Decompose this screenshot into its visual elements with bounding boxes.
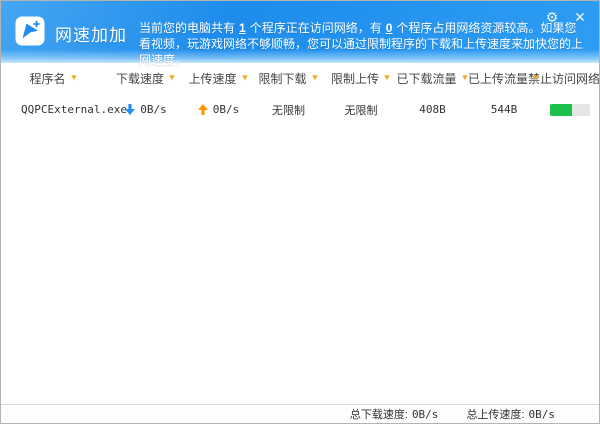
app-logo-rocket-icon: [15, 16, 45, 46]
downloaded-total-cell: 408B: [396, 103, 469, 116]
limit-download-cell[interactable]: 无限制: [251, 102, 326, 118]
sort-triangle-icon: ▼: [531, 74, 540, 82]
column-header-download-speed[interactable]: 下载速度▼: [106, 70, 186, 87]
active-program-count: 1: [239, 21, 246, 35]
app-title: 网速加加: [55, 21, 127, 46]
sort-triangle-icon: ▼: [69, 74, 78, 82]
sort-triangle-icon: ▼: [167, 74, 176, 82]
sort-triangle-icon: ▼: [382, 74, 391, 82]
limit-upload-cell[interactable]: 无限制: [326, 102, 396, 118]
settings-gear-icon[interactable]: ⚙: [543, 8, 561, 26]
column-header-block-network[interactable]: 禁止访问网络▼: [539, 70, 600, 87]
toggle-fill: [550, 104, 572, 116]
column-header-program-name[interactable]: 程序名▼: [1, 70, 106, 87]
titlebar-description: 当前您的电脑共有1个程序正在访问网络，有0个程序占用网络资源较高。如果您看视频，…: [139, 20, 585, 68]
total-upload-speed: 总上传速度: 0B/s: [466, 406, 555, 422]
column-header-limit-download[interactable]: 限制下载▼: [251, 70, 326, 87]
upload-speed-cell: 0B/s: [186, 103, 251, 116]
app-window: 网速加加 当前您的电脑共有1个程序正在访问网络，有0个程序占用网络资源较高。如果…: [0, 0, 600, 424]
download-speed-cell: 0B/s: [106, 103, 186, 116]
sort-triangle-icon: ▼: [240, 74, 249, 82]
sort-triangle-icon: ▼: [460, 74, 469, 82]
uploaded-total-cell: 544B: [469, 103, 539, 116]
status-bar: 总下载速度: 0B/s 总上传速度: 0B/s: [1, 404, 599, 423]
column-header-upload-speed[interactable]: 上传速度▼: [186, 70, 251, 87]
table-row[interactable]: QQPCExternal.exe 0B/s 0B/s 无限制 无限制 408B …: [1, 93, 599, 126]
column-header-downloaded-total[interactable]: 已下载流量▼: [396, 70, 469, 87]
program-name-cell: QQPCExternal.exe: [1, 103, 106, 116]
table-empty-area: [1, 126, 599, 365]
block-network-cell: [539, 104, 600, 116]
desc-text-1: 当前您的电脑共有: [139, 21, 235, 35]
close-icon[interactable]: ✕: [571, 8, 589, 26]
high-usage-program-count: 0: [386, 21, 393, 35]
column-header-limit-upload[interactable]: 限制上传▼: [326, 70, 396, 87]
download-arrow-icon: [125, 104, 135, 115]
total-download-speed: 总下载速度: 0B/s: [350, 406, 439, 422]
window-controls: ⚙ ✕: [543, 8, 589, 26]
sort-triangle-icon: ▼: [310, 74, 319, 82]
upload-arrow-icon: [198, 104, 208, 115]
desc-text-2: 个程序正在访问网络，有: [250, 21, 382, 35]
title-bar: 网速加加 当前您的电脑共有1个程序正在访问网络，有0个程序占用网络资源较高。如果…: [1, 1, 599, 63]
block-network-toggle[interactable]: [550, 104, 590, 116]
